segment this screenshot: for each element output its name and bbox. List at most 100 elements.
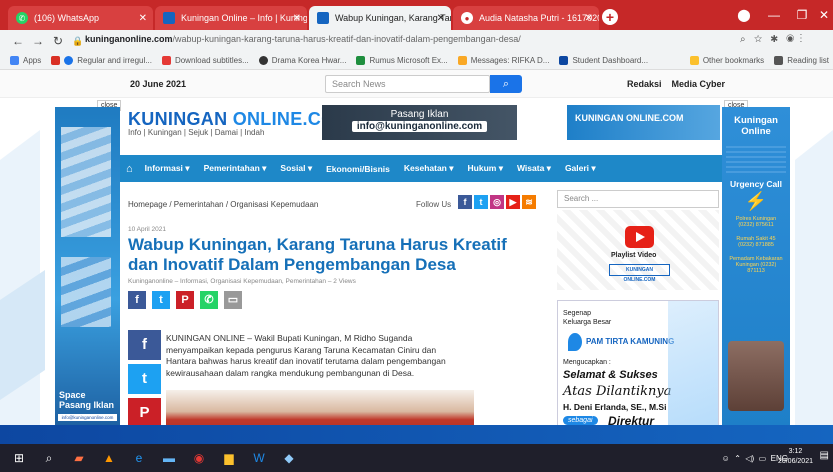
bookmark-item[interactable]: Rumus Microsoft Ex... <box>356 56 448 65</box>
article-meta: Kuninganonline – Informasi, Organisasi K… <box>128 278 356 285</box>
youtube-play-icon[interactable] <box>625 226 654 248</box>
tab-whatsapp[interactable]: ✆ (106) WhatsApp ✕ <box>8 6 153 30</box>
left-ad-email: info@kuninganonline.com <box>58 414 117 421</box>
right-side-ad[interactable]: Kuningan Online Urgency Call ⚡ Polres Ku… <box>722 107 790 429</box>
header-ad-right[interactable]: KUNINGAN ONLINE.COM <box>567 105 720 140</box>
bookmark-item[interactable]: Messages: RIFKA D... <box>457 56 549 65</box>
bookmark-reading-list[interactable]: Reading list <box>774 56 829 65</box>
new-tab-button[interactable]: + <box>602 9 618 25</box>
volume-icon[interactable]: ◁) <box>745 454 754 463</box>
bookmark-item[interactable]: Drama Korea Hwar... <box>258 56 346 65</box>
nav-kesehatan[interactable]: Kesehatan ▾ <box>404 163 454 174</box>
close-tab-icon[interactable]: ✕ <box>437 13 445 24</box>
share-comment-icon[interactable]: ▭ <box>224 291 242 309</box>
float-twitter-icon[interactable]: t <box>128 364 161 394</box>
greet-mengucapkan: Mengucapkan : <box>563 359 611 366</box>
reload-icon[interactable]: ↻ <box>48 34 68 48</box>
bookmark-label: Regular and irregul... <box>77 56 152 65</box>
tab-label: Kuningan Online – Info | Kuning <box>181 13 307 23</box>
tab-label: Audia Natasha Putri - 16170200 <box>479 13 599 23</box>
word-icon[interactable]: W <box>248 449 270 467</box>
windows-start-icon[interactable]: ⊞ <box>8 449 30 467</box>
tab-audia[interactable]: ● Audia Natasha Putri - 16170200 ✕ <box>453 6 599 30</box>
water-drop-icon <box>568 333 582 351</box>
bookmark-label: Rumus Microsoft Ex... <box>369 56 448 65</box>
search-icon[interactable]: ⌕ <box>38 449 60 467</box>
twitter-icon[interactable]: t <box>474 195 488 209</box>
profile-icon[interactable]: ⬤ <box>730 0 758 30</box>
header-ad-banner[interactable]: Pasang Iklan info@kuninganonline.com <box>322 105 517 140</box>
network-icon[interactable]: ▭ <box>759 454 767 463</box>
tab-label: (106) WhatsApp <box>34 13 100 23</box>
nav-pemerintahan[interactable]: Pemerintahan ▾ <box>204 163 267 174</box>
share-whatsapp-icon[interactable]: ✆ <box>200 291 218 309</box>
extensions-icon[interactable]: ✱ <box>770 34 777 45</box>
rss-icon[interactable]: ≋ <box>522 195 536 209</box>
nav-ekonomi[interactable]: Ekonomi/Bisnis <box>326 164 390 174</box>
star-icon[interactable]: ☆ <box>754 34 762 45</box>
close-tab-icon[interactable]: ✕ <box>293 13 301 24</box>
left-ad-pasang: Pasang Iklan <box>59 400 115 410</box>
bookmark-item[interactable]: Download subtitles... <box>161 56 249 65</box>
bookmark-other[interactable]: Other bookmarks <box>689 56 765 65</box>
link-media-cyber[interactable]: Media Cyber <box>672 79 726 89</box>
share-twitter-icon[interactable]: t <box>152 291 170 309</box>
notification-icon[interactable]: ▤ <box>820 450 829 461</box>
tab-article-active[interactable]: Wabup Kuningan, Karang Tarun ✕ <box>309 6 451 30</box>
close-tab-icon[interactable]: ✕ <box>139 13 147 24</box>
bookmark-item[interactable]: Regular and irregul... <box>51 56 152 65</box>
avatar[interactable]: ◉ <box>786 34 794 45</box>
breadcrumb[interactable]: Homepage / Pemerintahan / Organisasi Kep… <box>128 200 318 209</box>
greet-sebagai: sebagai <box>563 416 598 425</box>
people-icon[interactable]: ☺ <box>722 454 730 463</box>
tab-kuningan-home[interactable]: Kuningan Online – Info | Kuning ✕ <box>155 6 307 30</box>
home-icon[interactable]: ⌂ <box>126 163 133 175</box>
share-facebook-icon[interactable]: f <box>128 291 146 309</box>
float-pinterest-icon[interactable]: P <box>128 398 161 428</box>
share-pinterest-icon[interactable]: P <box>176 291 194 309</box>
nav-hukum[interactable]: Hukum ▾ <box>468 163 503 174</box>
forward-arrow-icon[interactable]: → <box>28 34 48 48</box>
search-button[interactable]: ⌕ <box>490 75 522 93</box>
chevron-up-icon[interactable]: ⌃ <box>734 454 741 463</box>
bookmark-label: Download subtitles... <box>174 56 249 65</box>
nav-wisata[interactable]: Wisata ▾ <box>517 163 551 174</box>
zoom-icon[interactable]: ⌕ <box>740 34 746 45</box>
sidebar-search-input[interactable]: Search ... <box>557 190 719 208</box>
file-explorer-icon[interactable]: ▬ <box>158 449 180 467</box>
chrome-icon[interactable]: ◉ <box>188 449 210 467</box>
nav-sosial[interactable]: Sosial ▾ <box>280 163 312 174</box>
clock-time: 3:12 <box>788 448 803 455</box>
folder-icon[interactable]: ▆ <box>218 449 240 467</box>
top-links: Redaksi Media Cyber <box>627 79 725 89</box>
back-arrow-icon[interactable]: ← <box>8 34 28 48</box>
bookmark-apps[interactable]: Apps <box>10 56 41 65</box>
youtube-icon[interactable]: ▶ <box>506 195 520 209</box>
article-body: KUNINGAN ONLINE – Wakil Bupati Kuningan,… <box>166 333 446 378</box>
app-icon[interactable]: ◆ <box>278 449 300 467</box>
minimize-button[interactable]: — <box>760 0 788 30</box>
facebook-icon[interactable]: f <box>458 195 472 209</box>
bookmark-label: Other bookmarks <box>702 56 765 65</box>
bookmark-item[interactable]: Student Dashboard... <box>559 56 648 65</box>
nav-informasi[interactable]: Informasi ▾ <box>145 163 190 174</box>
url-field[interactable]: kuninganonline.com/wabup-kuningan-karang… <box>85 34 521 44</box>
urgency-title: Urgency Call <box>730 179 782 189</box>
nav-galeri[interactable]: Galeri ▾ <box>565 163 596 174</box>
instagram-icon[interactable]: ◎ <box>490 195 504 209</box>
site-logo[interactable]: KUNINGAN ONLINE.COM <box>128 109 351 130</box>
float-facebook-icon[interactable]: f <box>128 330 161 360</box>
search-input[interactable]: Search News <box>325 75 490 93</box>
edge-icon[interactable]: e <box>128 449 150 467</box>
vlc-icon[interactable]: ▲ <box>98 449 120 467</box>
greeting-ad[interactable]: Segenap Keluarga Besar PAM TIRTA KAMUNIN… <box>557 300 719 444</box>
clock[interactable]: 3:12 20/06/2021 <box>778 447 813 467</box>
menu-icon[interactable]: ⋮ <box>800 34 803 45</box>
close-window-button[interactable]: ✕ <box>810 0 833 30</box>
powerpoint-icon[interactable]: ▰ <box>68 449 90 467</box>
close-tab-icon[interactable]: ✕ <box>585 13 593 24</box>
left-side-ad[interactable]: Space Pasang Iklan info@kuninganonline.c… <box>55 107 120 429</box>
pam-brand: PAM TIRTA KAMUNING <box>586 337 675 346</box>
link-redaksi[interactable]: Redaksi <box>627 79 662 89</box>
article-date: 10 April 2021 <box>128 226 166 233</box>
